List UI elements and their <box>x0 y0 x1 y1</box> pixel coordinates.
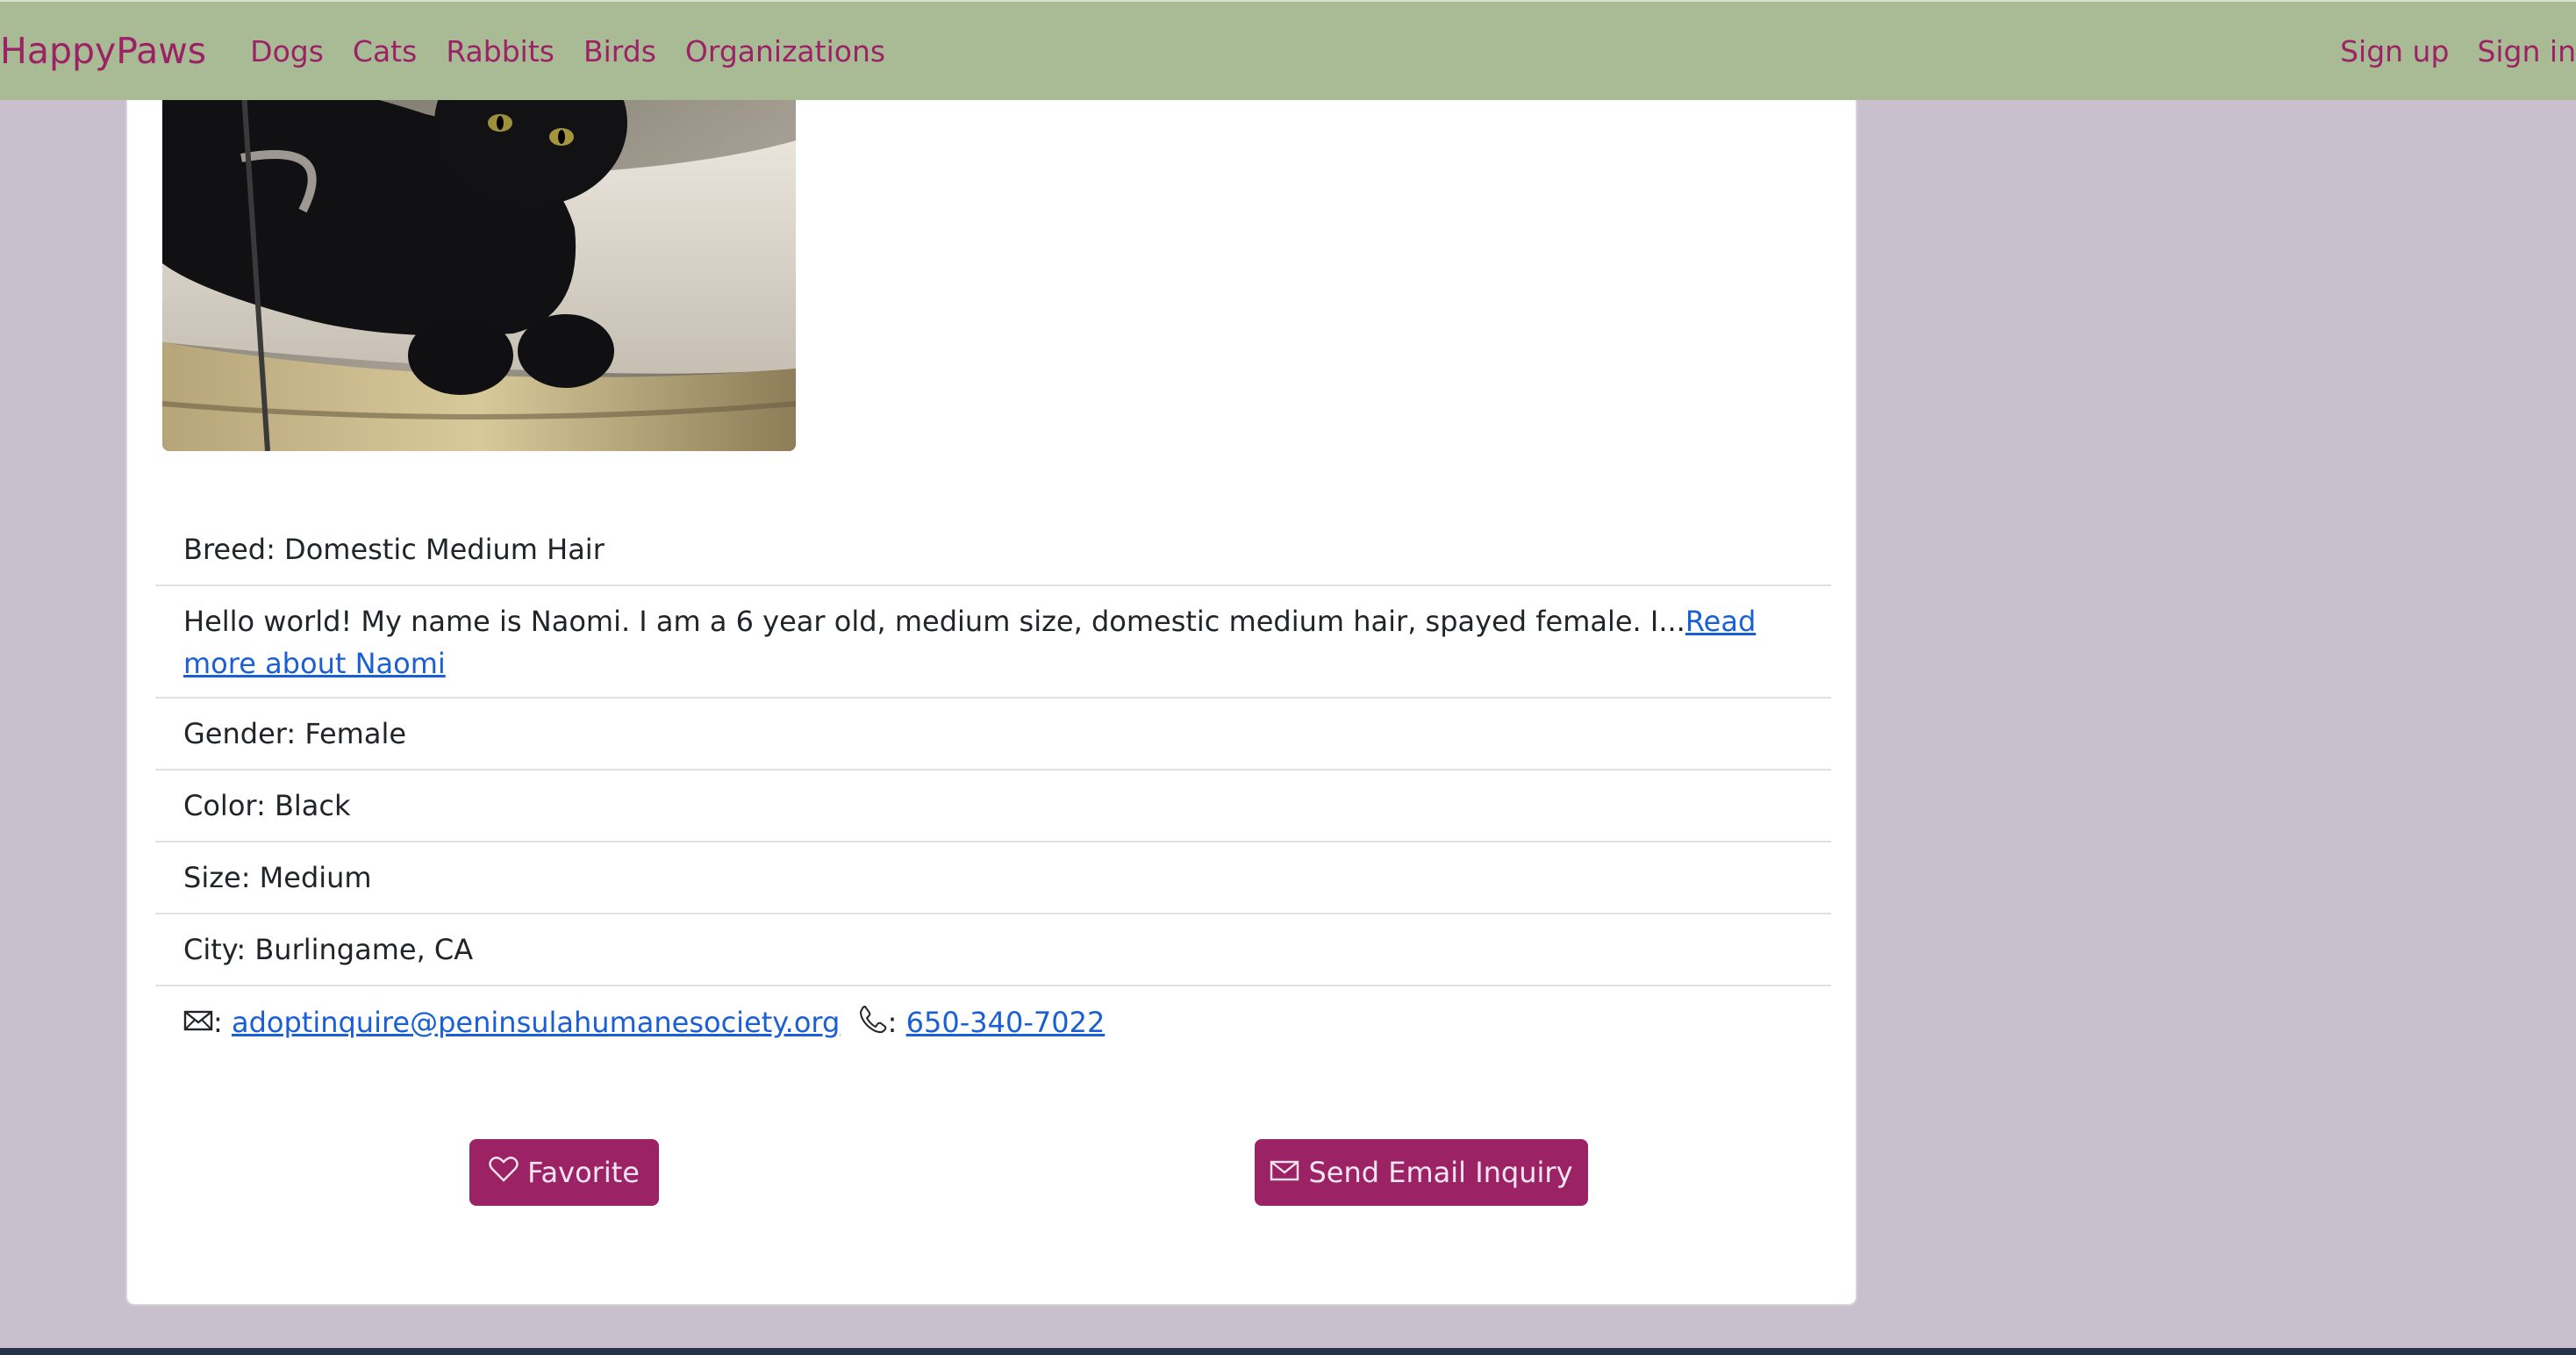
phone-link[interactable]: 650-340-7022 <box>906 1006 1106 1039</box>
size-row: Size: Medium <box>155 842 1831 914</box>
gender-row: Gender: Female <box>155 699 1831 771</box>
nav-link-organizations[interactable]: Organizations <box>685 34 885 68</box>
email-separator: : <box>213 1006 223 1039</box>
favorite-label: Favorite <box>527 1156 640 1189</box>
email-link[interactable]: adoptinquire@peninsulahumanesociety.org <box>232 1006 840 1039</box>
gender-text: Gender: Female <box>183 717 407 750</box>
envelope-icon <box>183 1006 213 1039</box>
send-email-inquiry-label: Send Email Inquiry <box>1308 1156 1573 1189</box>
nav-auth: Sign up Sign in <box>2312 2 2576 100</box>
bottom-edge <box>0 1348 2576 1355</box>
signup-link[interactable]: Sign up <box>2340 34 2449 68</box>
pet-detail-card: Breed: Domestic Medium Hair Hello world!… <box>125 53 1857 1306</box>
brand-logo[interactable]: HappyPaws <box>0 30 206 72</box>
envelope-icon <box>1270 1156 1299 1189</box>
pet-details-list: Breed: Domestic Medium Hair Hello world!… <box>155 514 1831 1058</box>
favorite-button[interactable]: Favorite <box>469 1139 659 1206</box>
nav-link-dogs[interactable]: Dogs <box>250 34 324 68</box>
color-text: Color: Black <box>183 789 351 822</box>
city-text: City: Burlingame, CA <box>183 933 474 966</box>
description-row: Hello world! My name is Naomi. I am a 6 … <box>155 586 1831 699</box>
description-text: Hello world! My name is Naomi. I am a 6 … <box>183 605 1685 638</box>
nav-link-birds[interactable]: Birds <box>583 34 656 68</box>
breed-text: Breed: Domestic Medium Hair <box>183 533 605 566</box>
top-navbar: HappyPaws Dogs Cats Rabbits Birds Organi… <box>0 0 2576 100</box>
contact-row: : adoptinquire@peninsulahumanesociety.or… <box>155 986 1831 1058</box>
nav-link-rabbits[interactable]: Rabbits <box>446 34 555 68</box>
phone-icon <box>858 1004 888 1041</box>
city-row: City: Burlingame, CA <box>155 914 1831 986</box>
heart-icon <box>489 1156 519 1189</box>
signin-link[interactable]: Sign in <box>2477 34 2576 68</box>
cat-photo-image <box>162 53 796 451</box>
color-row: Color: Black <box>155 771 1831 842</box>
phone-separator: : <box>887 1006 898 1039</box>
send-email-inquiry-button[interactable]: Send Email Inquiry <box>1255 1139 1588 1206</box>
nav-link-cats[interactable]: Cats <box>353 34 417 68</box>
cat-photo <box>162 53 796 451</box>
size-text: Size: Medium <box>183 861 372 894</box>
breed-row: Breed: Domestic Medium Hair <box>155 514 1831 586</box>
